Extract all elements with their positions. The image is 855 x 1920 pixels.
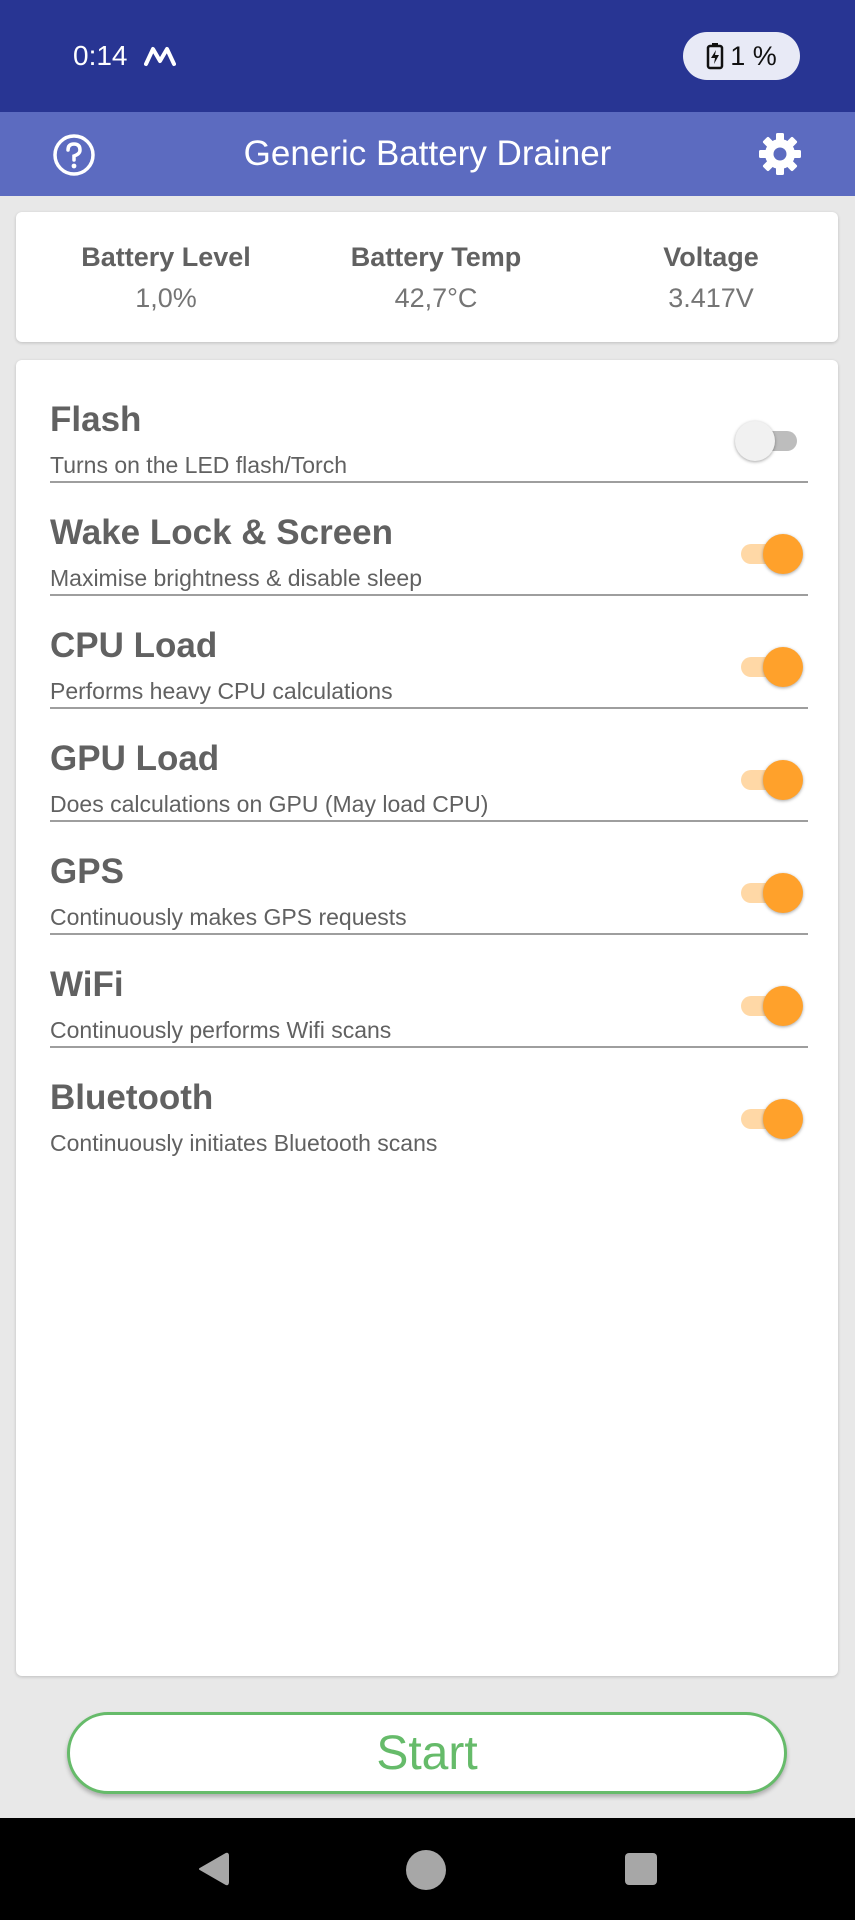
- flash-toggle[interactable]: [735, 418, 805, 464]
- option-gps[interactable]: GPS Continuously makes GPS requests: [50, 822, 808, 935]
- start-button-label: Start: [376, 1726, 478, 1780]
- option-title: Flash: [50, 400, 142, 439]
- stat-label: Battery Level: [81, 242, 251, 272]
- option-description: Maximise brightness & disable sleep: [50, 565, 423, 591]
- option-title: CPU Load: [50, 626, 218, 665]
- option-description: Continuously initiates Bluetooth scans: [50, 1130, 438, 1156]
- switch-thumb: [763, 534, 803, 574]
- option-cpu-load[interactable]: CPU Load Performs heavy CPU calculations: [50, 596, 808, 709]
- recent-apps-icon[interactable]: [625, 1853, 657, 1885]
- bluetooth-toggle[interactable]: [735, 1096, 805, 1142]
- wake-lock-toggle[interactable]: [735, 531, 805, 577]
- app-bar: Generic Battery Drainer: [0, 112, 855, 196]
- option-title: GPS: [50, 852, 124, 891]
- navigation-bar: [0, 1818, 855, 1920]
- option-title: Wake Lock & Screen: [50, 513, 394, 552]
- drain-options-card: Flash Turns on the LED flash/Torch Wake …: [16, 360, 838, 1676]
- stat-battery-level: Battery Level 1,0%: [36, 242, 296, 314]
- cpu-load-toggle[interactable]: [735, 644, 805, 690]
- option-flash[interactable]: Flash Turns on the LED flash/Torch: [50, 370, 808, 483]
- option-gpu-load[interactable]: GPU Load Does calculations on GPU (May l…: [50, 709, 808, 822]
- option-description: Turns on the LED flash/Torch: [50, 452, 348, 478]
- gpu-load-toggle[interactable]: [735, 757, 805, 803]
- stat-value: 42,7°C: [394, 283, 478, 313]
- gps-toggle[interactable]: [735, 870, 805, 916]
- stat-value: 1,0%: [135, 283, 197, 313]
- battery-indicator: 1 %: [683, 32, 800, 80]
- home-icon[interactable]: [406, 1850, 446, 1890]
- option-description: Does calculations on GPU (May load CPU): [50, 791, 489, 817]
- notification-app-icon: [144, 47, 176, 66]
- option-title: GPU Load: [50, 739, 220, 778]
- switch-thumb: [763, 986, 803, 1026]
- stat-voltage: Voltage 3.417V: [581, 242, 841, 314]
- gear-icon[interactable]: [757, 131, 803, 177]
- option-description: Continuously performs Wifi scans: [50, 1017, 392, 1043]
- stat-label: Voltage: [663, 242, 759, 272]
- status-bar: 0:14 1 %: [0, 0, 855, 112]
- battery-stats-card: Battery Level 1,0% Battery Temp 42,7°C V…: [16, 212, 838, 342]
- stat-label: Battery Temp: [350, 242, 522, 272]
- switch-thumb: [763, 647, 803, 687]
- option-description: Performs heavy CPU calculations: [50, 678, 393, 704]
- stat-value: 3.417V: [668, 283, 754, 313]
- battery-charging-icon: [706, 43, 724, 70]
- app-title: Generic Battery Drainer: [243, 134, 612, 173]
- option-description: Continuously makes GPS requests: [50, 904, 407, 930]
- wifi-toggle[interactable]: [735, 983, 805, 1029]
- back-icon[interactable]: [196, 1850, 230, 1888]
- switch-thumb: [763, 873, 803, 913]
- option-wake-lock[interactable]: Wake Lock & Screen Maximise brightness &…: [50, 483, 808, 596]
- switch-thumb: [763, 1099, 803, 1139]
- option-title: Bluetooth: [50, 1078, 214, 1117]
- option-wifi[interactable]: WiFi Continuously performs Wifi scans: [50, 935, 808, 1048]
- status-time: 0:14: [73, 40, 128, 71]
- battery-percent: 1 %: [730, 40, 777, 71]
- option-title: WiFi: [50, 965, 124, 1004]
- start-button[interactable]: Start: [67, 1712, 787, 1794]
- switch-thumb: [735, 421, 775, 461]
- option-bluetooth[interactable]: Bluetooth Continuously initiates Bluetoo…: [50, 1048, 808, 1161]
- stat-battery-temp: Battery Temp 42,7°C: [306, 242, 566, 314]
- switch-thumb: [763, 760, 803, 800]
